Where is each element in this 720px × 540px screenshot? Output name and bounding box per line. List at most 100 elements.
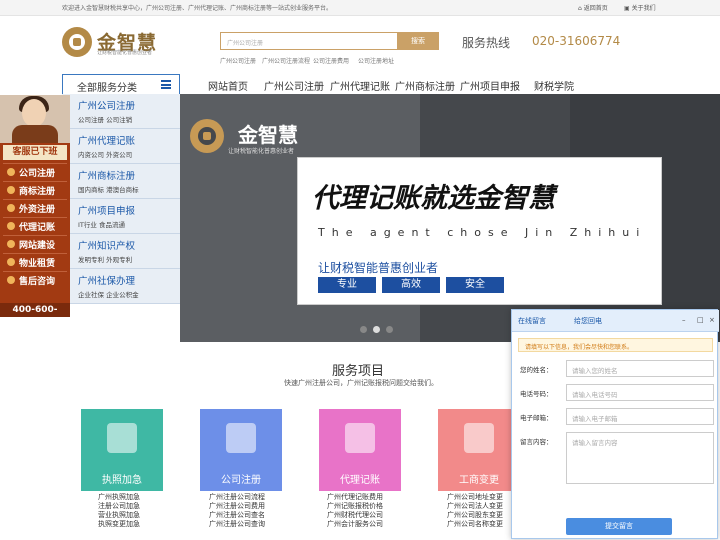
card-list-license: 广州执照加急 注册公司加急 营业执照加急 执照变更加急 [98, 493, 140, 529]
tab-online-message[interactable]: 在线留言 [518, 316, 546, 326]
banner-logo-icon [190, 119, 224, 153]
list-item[interactable]: 广州注册公司费用 [209, 502, 265, 511]
list-item[interactable]: 营业执照加急 [98, 511, 140, 520]
list-item[interactable]: 广州记账报税价格 [327, 502, 383, 511]
tab-callback[interactable]: 给您回电 [574, 316, 602, 326]
carousel-dot-3[interactable] [386, 326, 393, 333]
nav-home[interactable]: 网站首页 [208, 78, 248, 93]
about-link[interactable]: ▣ 关于我们 [624, 3, 656, 12]
category-social-security[interactable]: 广州社保办理 企业社保 企业公积金 [62, 269, 180, 304]
hot-keyword-1[interactable]: 广州公司注册 [220, 56, 256, 65]
list-item[interactable]: 广州财税代理公司 [327, 511, 383, 520]
service-card-change[interactable]: 工商变更 [438, 409, 520, 491]
banner-brand-sub: 让财税智能化普惠创业者 [228, 148, 295, 155]
category-sub: IT行业 食品流通 [78, 221, 125, 229]
card-label: 执照加急 [102, 475, 142, 486]
message-notice: 请填写以下信息，我们会尽快和您联系。 [518, 338, 713, 352]
service-btn-label: 售后咨询 [19, 277, 56, 287]
category-title: 广州公司注册 [78, 101, 136, 112]
all-categories-label: 全部服务分类 [77, 83, 137, 94]
list-item[interactable]: 广州执照加急 [98, 493, 140, 502]
hot-keyword-4[interactable]: 公司注册地址 [358, 56, 394, 65]
search-button[interactable]: 搜索 [397, 32, 439, 50]
email-input[interactable]: 请输入电子邮箱 [566, 408, 714, 425]
service-btn-bookkeeping[interactable]: 代理记账 [3, 217, 67, 233]
nav-bookkeeping[interactable]: 广州代理记账 [330, 78, 390, 93]
service-dot-icon [7, 276, 15, 284]
home-link-label: 返回首页 [583, 5, 608, 12]
category-sub: 发明专利 外观专利 [78, 256, 133, 264]
service-status[interactable]: 客服已下班 [3, 145, 67, 160]
list-item[interactable]: 广州公司股东变更 [447, 511, 503, 520]
list-item[interactable]: 广州会计服务公司 [327, 520, 383, 529]
service-btn-label: 外资注册 [19, 205, 56, 215]
list-item[interactable]: 注册公司加急 [98, 502, 140, 511]
service-btn-label: 网站建设 [19, 241, 56, 251]
service-dot-icon [7, 168, 15, 176]
category-ip[interactable]: 广州知识产权 发明专利 外观专利 [62, 234, 180, 269]
service-card-license[interactable]: 执照加急 [81, 409, 163, 491]
maximize-icon[interactable]: □ [697, 316, 704, 324]
card-label: 公司注册 [221, 475, 261, 486]
banner-panel: 代理记账就选金智慧 The agent chose Jin Zhihui 让财税… [297, 157, 662, 305]
banner-tag-professional: 专业 [318, 277, 376, 293]
hotline-label: 服务热线 [462, 36, 511, 50]
hot-keyword-2[interactable]: 广州公司注册流程 [262, 56, 310, 65]
service-btn-trademark[interactable]: 商标注册 [3, 181, 67, 197]
nav-project[interactable]: 广州项目申报 [460, 78, 520, 93]
service-btn-label: 公司注册 [19, 169, 56, 179]
category-trademark[interactable]: 广州商标注册 国内商标 港澳台商标 [62, 164, 180, 199]
category-sidebar: 广州公司注册 公司注册 公司注销 广州代理记账 内资公司 外资公司 广州商标注册… [62, 94, 180, 304]
close-icon[interactable]: × [709, 316, 715, 324]
avatar-body [12, 125, 58, 143]
category-company-registration[interactable]: 广州公司注册 公司注册 公司注销 [62, 94, 180, 129]
field-label: 电话号码： [520, 390, 553, 398]
list-item[interactable]: 广州公司法人变更 [447, 502, 503, 511]
service-dot-icon [7, 222, 15, 230]
list-item[interactable]: 广州注册公司流程 [209, 493, 265, 502]
phone-input[interactable]: 请输入电话号码 [566, 384, 714, 401]
service-card-registration[interactable]: 公司注册 [200, 409, 282, 491]
category-sub: 公司注册 公司注销 [78, 116, 133, 124]
list-item[interactable]: 广州公司地址变更 [447, 493, 503, 502]
category-sub: 国内商标 港澳台商标 [78, 186, 139, 194]
nav-company-registration[interactable]: 广州公司注册 [264, 78, 324, 93]
agent-avatar [0, 95, 70, 143]
carousel-dot-2[interactable] [373, 326, 380, 333]
category-bookkeeping[interactable]: 广州代理记账 内资公司 外资公司 [62, 129, 180, 164]
service-phone: 400-600-5982 [0, 303, 70, 329]
home-link[interactable]: ⌂ 返回首页 [578, 3, 608, 12]
banner-headline: 代理记账就选金智慧 [312, 183, 555, 214]
service-dot-icon [7, 240, 15, 248]
banner-slogan: 让财税智能普惠创业者 [318, 261, 439, 275]
service-card-bookkeeping[interactable]: 代理记账 [319, 409, 401, 491]
list-item[interactable]: 广州注册公司查询 [209, 520, 265, 529]
list-item[interactable]: 广州注册公司查名 [209, 511, 265, 520]
nav-trademark[interactable]: 广州商标注册 [395, 78, 455, 93]
service-btn-aftersales[interactable]: 售后咨询 [3, 271, 67, 287]
building-icon [226, 423, 256, 453]
service-btn-property[interactable]: 物业租赁 [3, 253, 67, 269]
list-item[interactable]: 执照变更加急 [98, 520, 140, 529]
card-label: 代理记账 [340, 475, 380, 486]
carousel-dot-1[interactable] [360, 326, 367, 333]
search-input[interactable]: 广州公司注册 [220, 32, 398, 50]
nav-academy[interactable]: 财税学院 [534, 78, 574, 93]
submit-button[interactable]: 提交留言 [566, 518, 672, 535]
category-project[interactable]: 广州项目申报 IT行业 食品流通 [62, 199, 180, 234]
list-item[interactable]: 广州代理记账费用 [327, 493, 383, 502]
all-categories-button[interactable]: 全部服务分类 [62, 74, 180, 94]
content-textarea[interactable]: 请输入留言内容 [566, 432, 714, 484]
logo-icon[interactable] [62, 27, 92, 57]
list-item[interactable]: 广州公司名称变更 [447, 520, 503, 529]
hot-keyword-3[interactable]: 公司注册费用 [313, 56, 349, 65]
service-btn-foreign[interactable]: 外资注册 [3, 199, 67, 215]
banner-tag-efficient: 高效 [382, 277, 440, 293]
service-btn-company[interactable]: 公司注册 [3, 163, 67, 179]
field-label: 您的姓名： [520, 366, 553, 374]
name-input[interactable]: 请输入您的姓名 [566, 360, 714, 377]
service-btn-website[interactable]: 网站建设 [3, 235, 67, 251]
category-title: 广州社保办理 [78, 276, 136, 287]
logo-slogan: 让财税智能化普惠创业者 [97, 50, 153, 56]
minimize-icon[interactable]: – [682, 316, 686, 324]
